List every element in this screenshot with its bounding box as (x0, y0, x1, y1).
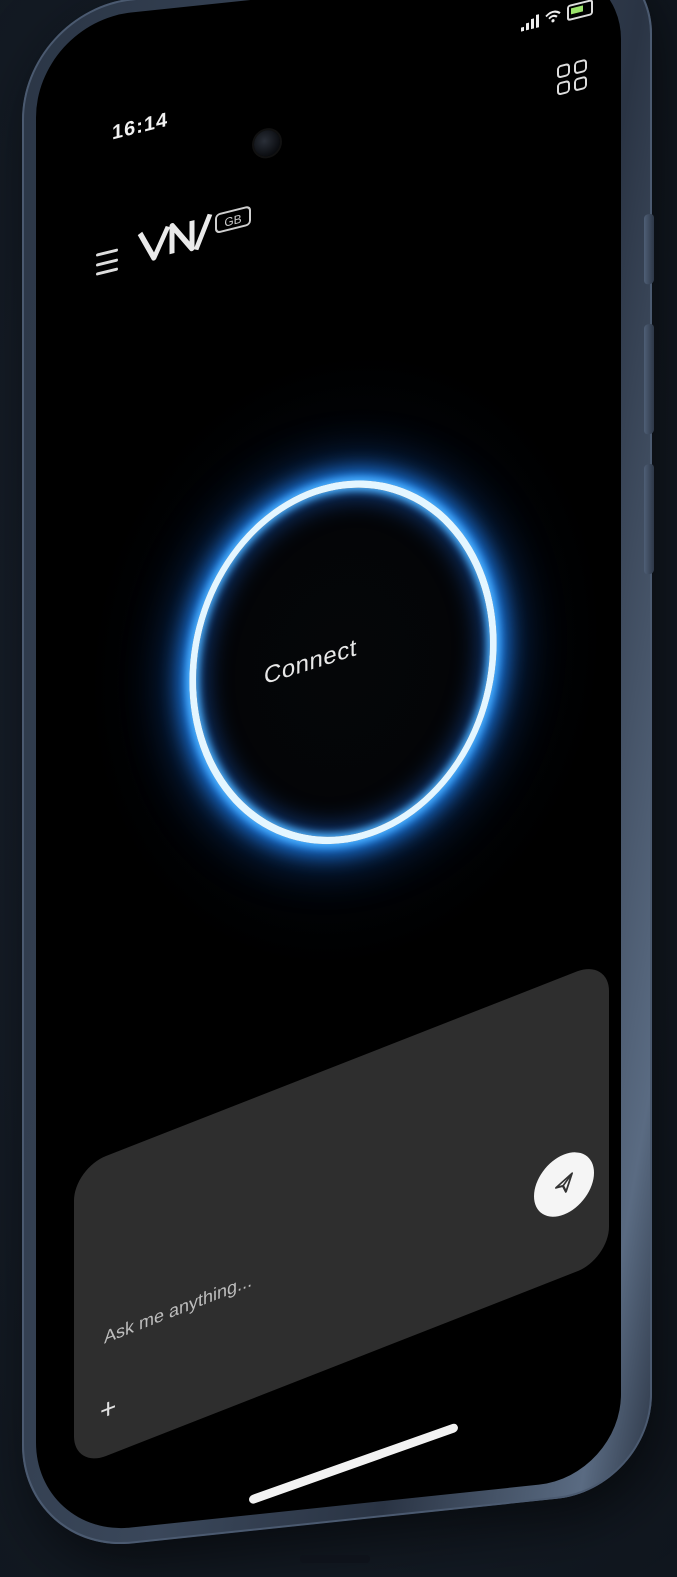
status-icons (521, 0, 593, 33)
phone-screen: 16:14 GB Connect Ask me anything... + (36, 0, 621, 1538)
send-icon (555, 1172, 573, 1193)
send-button[interactable] (534, 1142, 594, 1227)
chat-input[interactable] (102, 1177, 486, 1351)
chat-composer: + (74, 958, 609, 1469)
side-button-volume-up (644, 323, 654, 435)
wifi-icon (545, 10, 561, 23)
attach-button[interactable]: + (100, 1390, 116, 1428)
status-time: 16:14 (112, 108, 169, 145)
side-button-volume-down (644, 463, 654, 575)
logo-mark: GB (137, 206, 251, 261)
app-logo: GB (136, 197, 256, 275)
phone-frame: 16:14 GB Connect Ask me anything... + (22, 0, 654, 1556)
background: 16:14 GB Connect Ask me anything... + (0, 0, 677, 1577)
charging-port (300, 1555, 370, 1563)
side-button-action (644, 213, 654, 285)
front-camera (254, 128, 280, 158)
battery-icon (567, 0, 593, 22)
home-indicator[interactable] (248, 1422, 459, 1505)
cellular-signal-icon (521, 13, 539, 32)
hamburger-menu-icon[interactable] (96, 248, 118, 276)
grid-apps-icon[interactable] (557, 58, 587, 96)
